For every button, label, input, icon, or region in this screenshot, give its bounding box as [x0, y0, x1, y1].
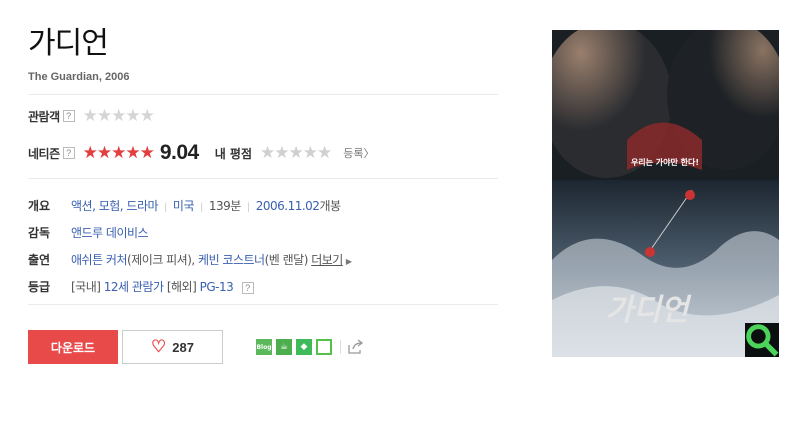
share-icons: Blog ☕ ◆ [256, 339, 365, 355]
netizen-score: 9.04 [159, 141, 199, 164]
audience-rating-row: 관람객 ? ★★★★★ [28, 105, 498, 127]
director-link[interactable]: 앤드루 데이비스 [71, 226, 149, 240]
cast-role-2: (벤 랜달) [264, 252, 312, 267]
separator: | [164, 201, 167, 213]
genre-link[interactable]: 액션, 모험, 드라마 [71, 199, 159, 213]
movie-title: 가디언 [28, 26, 109, 61]
overview-row: 개요 액션, 모험, 드라마 | 미국 | 139분 | 2006.11.02개봉 [28, 195, 498, 215]
band-share-icon[interactable]: ◆ [296, 339, 312, 355]
more-cast-link[interactable]: 더보기 [311, 253, 343, 267]
movie-poster[interactable]: 우리는 가야만 한다! 가디언 [552, 30, 779, 357]
director-label: 감독 [28, 225, 51, 240]
help-icon[interactable]: ? [62, 147, 75, 159]
my-rating-label: 내 평점 [214, 146, 253, 161]
my-rating-stars[interactable]: ★★★★★ [260, 144, 332, 162]
zoom-button[interactable] [745, 323, 779, 357]
movie-info: 가디언 The Guardian, 2006 관람객 ? ★★★★★ 네티즌 ?… [28, 26, 498, 364]
poster-image: 우리는 가야만 한다! 가디언 [552, 30, 779, 357]
grade-kr-prefix: [국내] [71, 279, 104, 294]
divider [28, 304, 498, 305]
country-link[interactable]: 미국 [173, 199, 195, 213]
register-rating-link[interactable]: 등록〉 [343, 145, 374, 161]
grade-label: 등급 [28, 279, 51, 294]
cast-row: 출연 애쉬튼 커처(제이크 피셔), 케빈 코스트너(벤 랜달) 더보기 ▶ [28, 249, 498, 269]
download-button[interactable]: 다운로드 [28, 330, 118, 364]
netizen-stars: ★★★★★ [82, 142, 155, 163]
separator: | [246, 201, 250, 213]
movie-meta: 개요 액션, 모험, 드라마 | 미국 | 139분 | 2006.11.02개봉 감독 앤… [28, 195, 498, 296]
cast-role-1: (제이크 피셔), [127, 252, 199, 267]
cast-link-1[interactable]: 애쉬튼 커처 [71, 253, 128, 267]
me2day-share-icon[interactable] [316, 339, 332, 355]
poster-title: 가디언 [606, 293, 692, 328]
poster-tagline: 우리는 가야만 한다! [631, 157, 699, 167]
audience-label: 관람객 [28, 109, 60, 124]
share-icon[interactable] [347, 339, 365, 355]
action-bar: 다운로드 ♡ 287 Blog ☕ ◆ [28, 330, 498, 364]
grade-kr-link[interactable]: 12세 관람가 [104, 280, 164, 294]
cast-label: 출연 [28, 252, 51, 267]
grade-row: 등급 [국내] 12세 관람가 [해외] PG-13 ? [28, 276, 498, 296]
divider [340, 340, 341, 354]
grade-int-link[interactable]: PG-13 [200, 280, 234, 294]
movie-subtitle: The Guardian, 2006 [28, 71, 130, 83]
release-suffix: 개봉 [319, 198, 341, 213]
grade-int-prefix: [해외] [163, 279, 200, 294]
help-icon[interactable]: ? [62, 110, 75, 122]
overview-label: 개요 [28, 198, 51, 213]
divider [28, 178, 498, 179]
help-icon[interactable]: ? [241, 281, 254, 294]
divider [28, 94, 498, 95]
netizen-rating-row: 네티즌 ? ★★★★★ 9.04 내 평점 ★★★★★ 등록〉 [28, 141, 498, 164]
separator: | [200, 201, 203, 213]
triangle-right-icon: ▶ [345, 256, 352, 266]
like-button[interactable]: ♡ 287 [122, 330, 223, 364]
director-row: 감독 앤드루 데이비스 [28, 222, 498, 242]
heart-icon: ♡ [151, 337, 167, 356]
cast-link-2[interactable]: 케빈 코스트너 [198, 253, 265, 267]
netizen-label: 네티즌 [28, 146, 60, 161]
cafe-share-icon[interactable]: ☕ [276, 339, 292, 355]
audience-stars: ★★★★★ [82, 105, 155, 126]
runtime: 139분 [208, 198, 241, 213]
blog-share-icon[interactable]: Blog [256, 339, 272, 355]
release-date-link[interactable]: 2006.11.02 [256, 199, 320, 213]
magnifier-icon [746, 324, 779, 357]
like-count: 287 [172, 339, 194, 355]
